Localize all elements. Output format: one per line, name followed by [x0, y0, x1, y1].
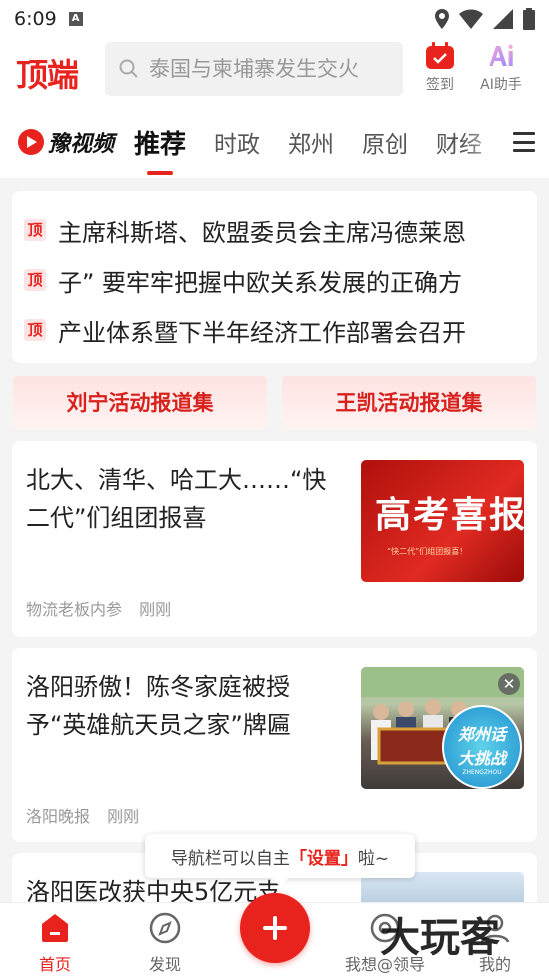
headline-text: 子” 要牢牢把握中欧关系发展的正确方 — [58, 268, 463, 297]
nav-home[interactable]: 首页 — [15, 911, 95, 975]
close-icon[interactable]: ✕ — [498, 673, 520, 695]
channel-tabs: 豫视频 推荐 时政 郑州 原创 财经 — [0, 106, 549, 178]
news-source: 洛阳晚报 — [26, 807, 91, 826]
ai-label: AI助手 — [480, 77, 522, 93]
tooltip-suffix: 啦~ — [357, 848, 390, 869]
menu-icon[interactable] — [513, 132, 535, 152]
tab-fade — [461, 106, 511, 178]
nav-discover[interactable]: 发现 — [125, 911, 205, 975]
tab-politics[interactable]: 时政 — [214, 125, 260, 159]
headline-item[interactable]: 顶 产业体系暨下半年经济工作部署会召开 — [24, 305, 525, 355]
ai-assistant-button[interactable]: AI助手 — [471, 42, 531, 94]
search-bar[interactable] — [105, 42, 403, 96]
brand-label: 豫视频 — [48, 132, 115, 157]
play-icon — [18, 129, 44, 155]
status-bar: 6:09 A — [0, 0, 549, 38]
topic-wangkai-button[interactable]: 王凯活动报道集 — [282, 376, 536, 430]
app-header: 顶端 签到 AI助手 — [0, 38, 549, 106]
location-icon — [435, 9, 449, 29]
status-time: 6:09 — [14, 8, 57, 30]
tab-recommend[interactable]: 推荐 — [134, 124, 186, 161]
news-meta: 洛阳晚报 刚刚 — [26, 803, 151, 827]
ding-tag-icon: 顶 — [24, 319, 46, 341]
checkin-label: 签到 — [426, 77, 454, 93]
nav-discover-label: 发现 — [148, 955, 181, 974]
thumb-headline: 高考喜报 — [375, 494, 524, 536]
tab-original[interactable]: 原创 — [362, 125, 408, 159]
news-source: 物流老板内参 — [26, 600, 123, 619]
tab-zhengzhou[interactable]: 郑州 — [288, 125, 334, 159]
ding-tag-icon: 顶 — [24, 269, 46, 291]
badge-sub: ZHENGZHOU — [462, 769, 502, 776]
news-thumbnail: 高考喜报 “快二代”们组团报喜！ — [361, 460, 524, 582]
home-icon — [38, 911, 72, 945]
news-time: 刚刚 — [139, 600, 172, 619]
headline-text: 主席科斯塔、欧盟委员会主席冯德莱恩 — [58, 218, 466, 247]
headline-item[interactable]: 顶 子” 要牢牢把握中欧关系发展的正确方 — [24, 255, 525, 305]
search-input[interactable] — [147, 56, 391, 82]
news-card[interactable]: 洛阳骄傲！陈冬家庭被授予“英雄航天员之家”牌匾 洛阳晚报 刚刚 ✕ 郑州话 大挑… — [12, 648, 537, 842]
news-card[interactable]: 北大、清华、哈工大……“快二代”们组团报喜 物流老板内参 刚刚 高考喜报 “快二… — [12, 441, 537, 637]
checkin-button[interactable]: 签到 — [410, 42, 470, 94]
battery-icon — [523, 8, 535, 30]
news-title: 北大、清华、哈工大……“快二代”们组团报喜 — [26, 466, 327, 532]
signal-icon — [493, 9, 513, 29]
watermark-logo: 大玩客 — [380, 914, 500, 961]
topic-liuning-button[interactable]: 刘宁活动报道集 — [13, 376, 267, 430]
compass-icon — [148, 911, 182, 945]
nav-home-label: 首页 — [38, 955, 71, 974]
zhengzhou-challenge-badge[interactable]: 郑州话 大挑战 ZHENGZHOU — [442, 705, 522, 789]
headline-ticker: 顶 主席科斯塔、欧盟委员会主席冯德莱恩 顶 子” 要牢牢把握中欧关系发展的正确方… — [12, 191, 537, 363]
news-time: 刚刚 — [107, 807, 140, 826]
app-logo: 顶端 — [16, 56, 79, 94]
nav-settings-tooltip[interactable]: 导航栏可以自主 「设置」 啦~ — [145, 834, 415, 878]
news-title: 洛阳骄傲！陈冬家庭被授予“英雄航天员之家”牌匾 — [26, 673, 291, 739]
news-meta: 物流老板内参 刚刚 — [26, 596, 183, 620]
headline-text: 产业体系暨下半年经济工作部署会召开 — [58, 318, 466, 347]
calendar-check-icon — [425, 42, 455, 70]
badge-line-2: 大挑战 — [457, 749, 506, 768]
tooltip-prefix: 导航栏可以自主 — [170, 848, 290, 869]
ding-tag-icon: 顶 — [24, 219, 46, 241]
notification-a-icon: A — [68, 12, 83, 26]
badge-line-1: 郑州话 — [457, 725, 506, 744]
yu-video-brand[interactable]: 豫视频 — [18, 126, 114, 158]
tooltip-highlight: 「设置」 — [289, 848, 358, 869]
search-icon — [119, 59, 138, 78]
thumb-subtitle: “快二代”们组团报喜！ — [387, 547, 468, 556]
headline-item[interactable]: 顶 主席科斯塔、欧盟委员会主席冯德莱恩 — [24, 205, 525, 255]
publish-plus-button[interactable] — [240, 893, 310, 963]
wifi-icon — [459, 9, 483, 29]
news-thumbnail: ✕ 郑州话 大挑战 ZHENGZHOU — [361, 667, 524, 789]
ai-icon — [486, 42, 516, 70]
plus-icon — [263, 916, 287, 940]
